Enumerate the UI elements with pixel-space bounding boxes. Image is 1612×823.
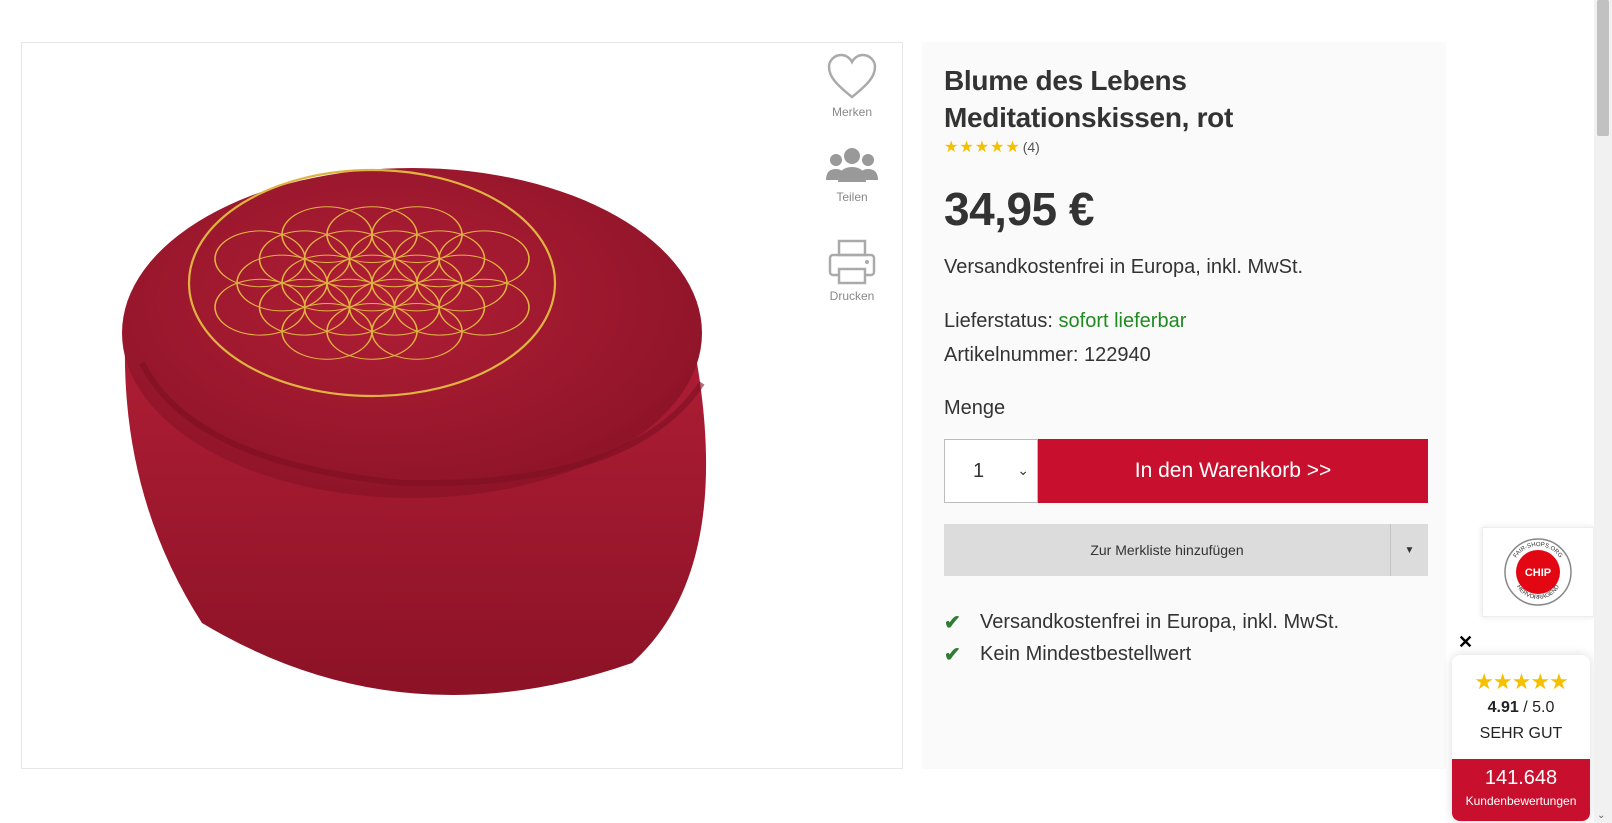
share-action-label: Teilen bbox=[836, 190, 868, 204]
product-title: Blume des Lebens Meditationskissen, rot bbox=[944, 65, 1234, 133]
scroll-down-arrow-icon[interactable]: ⌄ bbox=[1597, 810, 1605, 821]
review-count-label: Kundenbewertungen bbox=[1465, 794, 1577, 808]
print-action[interactable]: Drucken bbox=[812, 239, 892, 332]
product-page: Merken Teilen Drucken Blume des Lebens M… bbox=[0, 0, 1612, 823]
quantity-label: Menge bbox=[944, 397, 1006, 419]
review-count: 141.648 bbox=[1484, 767, 1558, 789]
users-icon bbox=[826, 148, 878, 182]
print-action-label: Drucken bbox=[829, 289, 875, 303]
article-number: Artikelnummer: 122940 bbox=[944, 344, 1151, 367]
quantity-value: 1 bbox=[973, 459, 985, 482]
chip-seal-logo: CHIP FAIR-SHOPS.ORG HERVORRAGEND bbox=[1504, 538, 1572, 606]
review-grade: SEHR GUT bbox=[1479, 725, 1563, 742]
delivery-status: Lieferstatus: sofort lieferbar bbox=[944, 310, 1186, 333]
review-score-max: / 5.0 bbox=[1523, 699, 1555, 716]
wishlist-dropdown-toggle[interactable]: ▼ bbox=[1390, 524, 1428, 576]
shipping-note: Versandkostenfrei in Europa, inkl. MwSt. bbox=[944, 256, 1304, 278]
printer-icon bbox=[828, 239, 876, 285]
delivery-status-label: Lieferstatus: bbox=[944, 310, 1053, 332]
product-rating[interactable]: ★★★★★ (4) bbox=[944, 137, 1040, 157]
buy-box: Blume des Lebens Meditationskissen, rot … bbox=[922, 42, 1446, 769]
wishlist-action[interactable]: Merken bbox=[812, 53, 892, 146]
wishlist-action-label: Merken bbox=[831, 105, 872, 119]
side-actions: Merken Teilen Drucken bbox=[812, 53, 892, 332]
article-number-value: 122940 bbox=[1084, 344, 1151, 366]
usp-text: Versandkostenfrei in Europa, inkl. MwSt. bbox=[980, 611, 1340, 633]
chip-fair-shops-seal[interactable]: CHIP FAIR-SHOPS.ORG HERVORRAGEND bbox=[1482, 527, 1594, 617]
rating-stars-icon: ★★★★★ bbox=[944, 139, 1021, 156]
rating-count: (4) bbox=[1022, 139, 1040, 155]
delivery-status-value: sofort lieferbar bbox=[1058, 310, 1187, 332]
review-score-value: 4.91 bbox=[1487, 699, 1519, 716]
review-count-box: 141.648 Kundenbewertungen bbox=[1452, 759, 1590, 821]
close-review-widget-button[interactable]: ✕ bbox=[1458, 632, 1473, 653]
caret-down-icon: ▼ bbox=[1404, 544, 1415, 556]
add-to-cart-button[interactable]: In den Warenkorb >> bbox=[1038, 439, 1428, 503]
quantity-select[interactable]: 1 ⌄ bbox=[944, 439, 1038, 503]
add-to-wishlist-button[interactable]: Zur Merkliste hinzufügen ▼ bbox=[944, 524, 1428, 576]
article-number-label: Artikelnummer: bbox=[944, 344, 1079, 366]
check-icon: ✔ bbox=[944, 644, 961, 666]
usp-item: ✔ Versandkostenfrei in Europa, inkl. MwS… bbox=[944, 610, 1339, 635]
chevron-down-icon: ⌄ bbox=[1017, 462, 1029, 478]
product-gallery: Merken Teilen Drucken bbox=[21, 42, 903, 769]
svg-text:CHIP: CHIP bbox=[1525, 567, 1551, 579]
heart-icon bbox=[827, 53, 877, 99]
add-to-wishlist-label: Zur Merkliste hinzufügen bbox=[1090, 542, 1244, 558]
share-action[interactable]: Teilen bbox=[812, 146, 892, 239]
product-price: 34,95 € bbox=[944, 183, 1094, 235]
usp-text: Kein Mindestbestellwert bbox=[980, 643, 1192, 665]
check-icon: ✔ bbox=[944, 612, 961, 634]
scrollbar-thumb[interactable] bbox=[1597, 0, 1609, 136]
review-score: 4.91 / 5.0 bbox=[1452, 699, 1590, 717]
review-stars-icon: ★★★★★ bbox=[1474, 669, 1569, 694]
review-widget[interactable]: ★★★★★ 4.91 / 5.0 SEHR GUT 141.648 Kunden… bbox=[1452, 655, 1590, 821]
product-image[interactable] bbox=[72, 103, 792, 743]
usp-item: ✔ Kein Mindestbestellwert bbox=[944, 642, 1191, 667]
page-scrollbar[interactable]: ⌄ bbox=[1594, 0, 1612, 823]
